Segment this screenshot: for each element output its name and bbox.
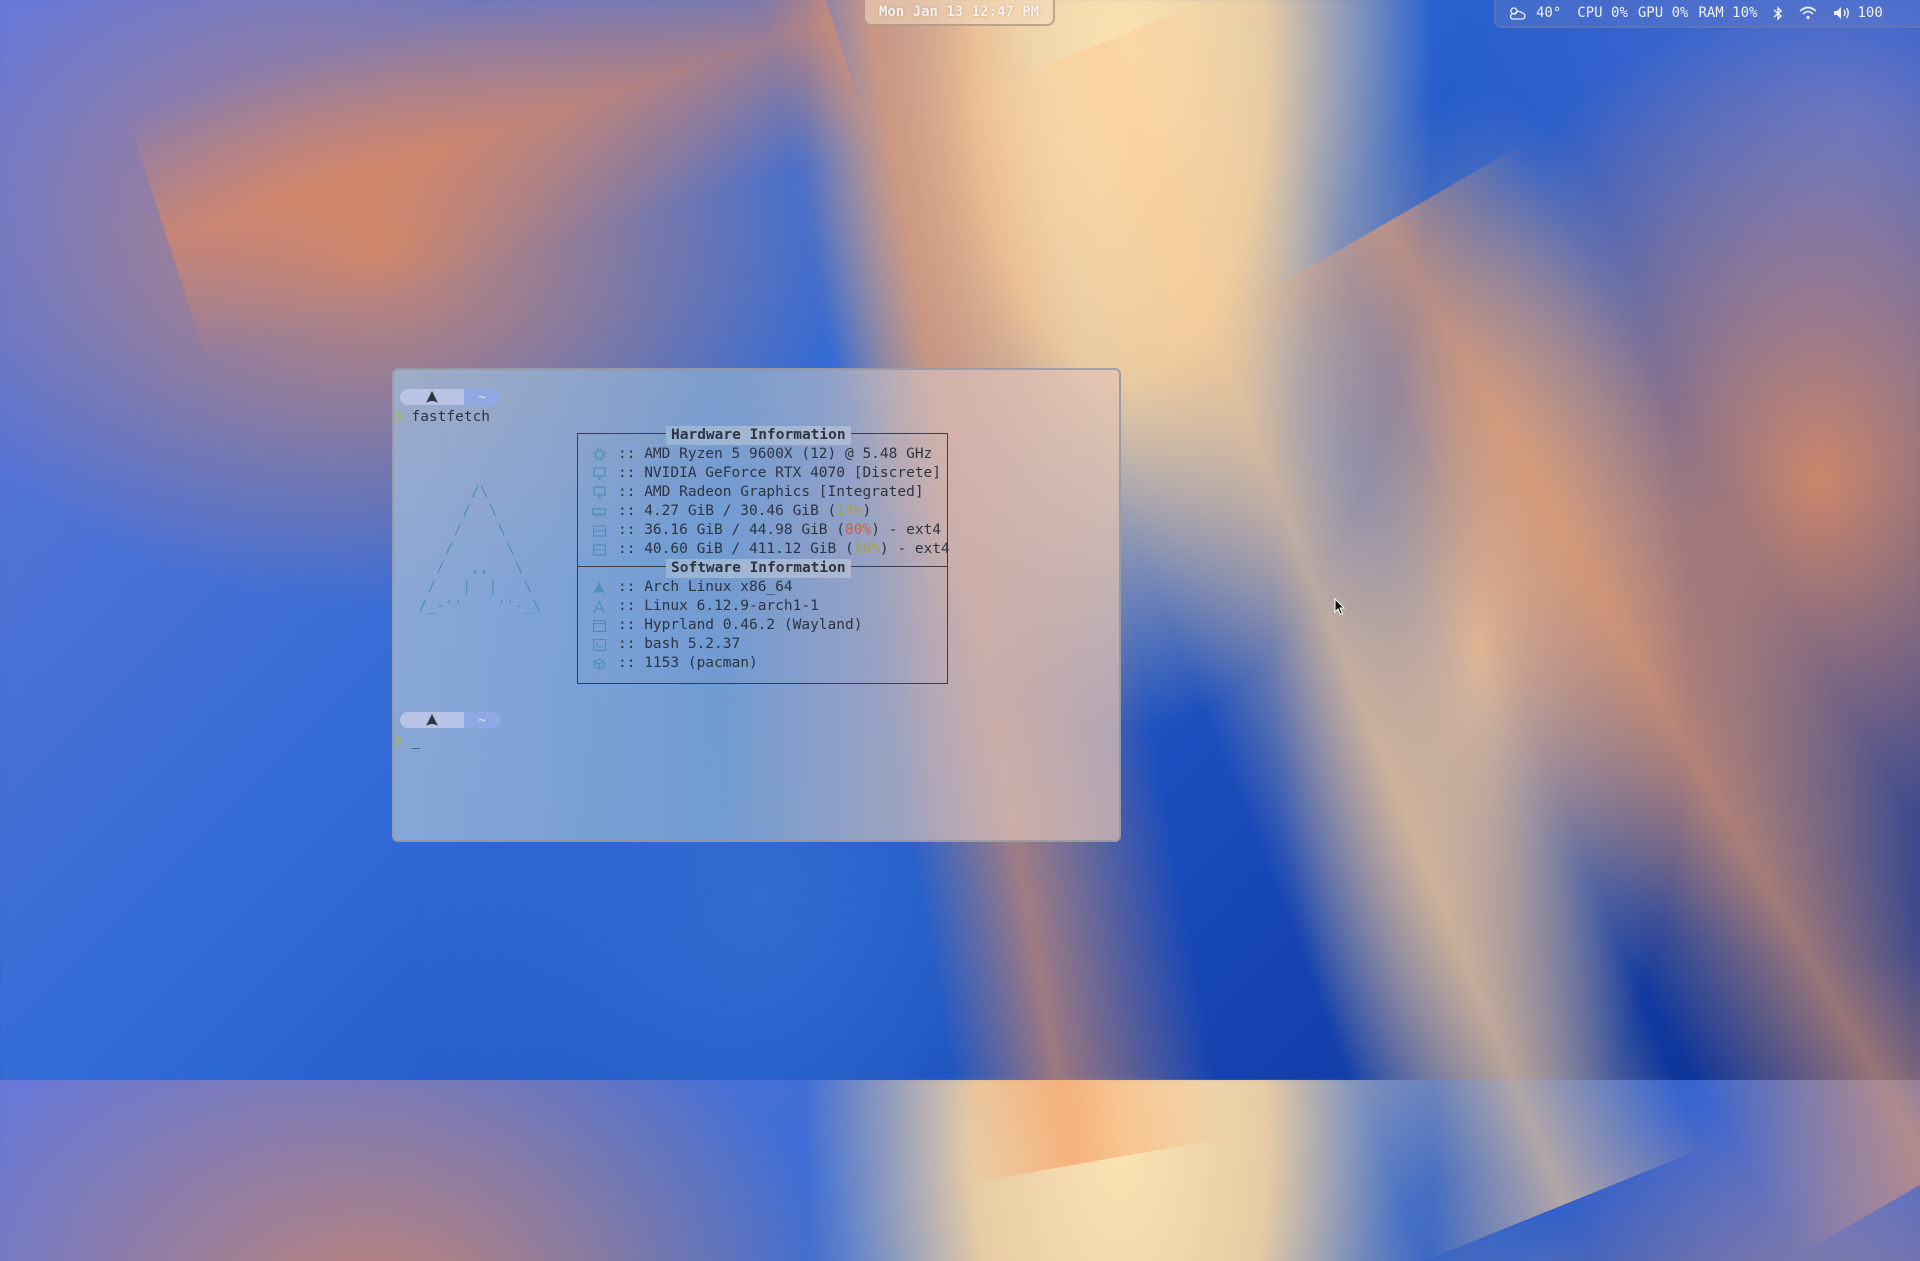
- software-info-value: 1153 (pacman): [644, 655, 758, 671]
- mouse-pointer-icon: [1334, 597, 1346, 620]
- software-info-value: Arch Linux x86_64: [644, 579, 793, 595]
- hardware-info-value: 36.16 GiB / 44.98 GiB (: [644, 522, 845, 538]
- software-info-row: :: bash 5.2.37: [592, 635, 740, 654]
- command-text: fastfetch: [411, 409, 491, 425]
- clock[interactable]: Mon Jan 13 12:47 PM: [863, 0, 1055, 26]
- separator: ::: [618, 522, 645, 538]
- hardware-info-value: 40.60 GiB / 411.12 GiB (: [644, 541, 854, 557]
- terminal-window[interactable]: ~ ❯ fastfetch /\ / \ / \ / \ / ,, \ / | …: [392, 368, 1121, 842]
- disk-icon: [592, 543, 606, 557]
- software-info-row: :: Linux 6.12.9-arch1-1: [592, 597, 819, 616]
- terminal-icon: [592, 638, 606, 652]
- usage-percent: 10%: [853, 541, 880, 557]
- software-info-value: Hyprland 0.46.2 (Wayland): [644, 617, 863, 633]
- separator: ::: [618, 617, 645, 633]
- wifi-icon[interactable]: [1799, 6, 1817, 20]
- hardware-info-row: :: 40.60 GiB / 411.12 GiB (10%) - ext4: [592, 540, 950, 559]
- hardware-info-value: NVIDIA GeForce RTX 4070 [Discrete]: [644, 465, 942, 481]
- hardware-info-row: :: AMD Ryzen 5 9600X (12) @ 5.48 GHz: [592, 445, 932, 464]
- system-tray: 40° CPU 0% GPU 0% RAM 10% 100: [1494, 0, 1920, 28]
- prompt-badge: ~: [400, 389, 500, 405]
- hardware-info-suffix: ) - ext4: [879, 541, 950, 557]
- prompt-dir: ~: [464, 389, 500, 405]
- hardware-info-row: :: 4.27 GiB / 30.46 GiB (14%): [592, 502, 871, 521]
- software-info-value: bash 5.2.37: [644, 636, 741, 652]
- gpu-icon: [592, 467, 606, 481]
- hardware-info-value: 4.27 GiB / 30.46 GiB (: [644, 503, 837, 519]
- cpu-usage[interactable]: CPU 0%: [1577, 5, 1628, 21]
- wallpaper-streak: [126, 0, 874, 362]
- hardware-info-value: AMD Ryzen 5 9600X (12) @ 5.48 GHz: [644, 446, 933, 462]
- window-manager-icon: [592, 619, 606, 633]
- prompt-badge: ~: [400, 712, 500, 728]
- usage-percent: 14%: [836, 503, 863, 519]
- software-info-row: :: Arch Linux x86_64: [592, 578, 793, 597]
- prompt-dir: ~: [464, 712, 500, 728]
- prompt-symbol: ❯: [394, 733, 403, 749]
- hardware-info-row: :: NVIDIA GeForce RTX 4070 [Discrete]: [592, 464, 941, 483]
- command-line: ❯ fastfetch: [394, 408, 490, 427]
- software-info-row: :: 1153 (pacman): [592, 654, 758, 673]
- arch-logo-icon: [400, 389, 464, 405]
- kernel-icon: [592, 600, 606, 614]
- separator: ::: [618, 446, 645, 462]
- memory-icon: [592, 505, 606, 519]
- weather-cloud-sun-icon[interactable]: [1508, 5, 1526, 21]
- cpu-icon: [592, 448, 606, 462]
- gpu-usage[interactable]: GPU 0%: [1638, 5, 1689, 21]
- arch-logo-icon: [592, 581, 606, 595]
- usage-percent: 80%: [845, 522, 872, 538]
- separator: ::: [618, 598, 645, 614]
- weather-temp[interactable]: 40°: [1536, 5, 1561, 21]
- volume-icon[interactable]: [1833, 6, 1851, 20]
- separator: ::: [618, 465, 645, 481]
- separator: ::: [618, 541, 645, 557]
- separator: ::: [618, 503, 645, 519]
- separator: ::: [618, 636, 645, 652]
- bluetooth-icon[interactable]: [1773, 5, 1783, 21]
- hardware-info-suffix: ) - ext4: [871, 522, 942, 538]
- hardware-heading: Hardware Information: [666, 426, 851, 445]
- hardware-info-suffix: ): [862, 503, 872, 519]
- package-icon: [592, 657, 606, 671]
- volume-level[interactable]: 100: [1857, 5, 1882, 21]
- ram-usage[interactable]: RAM 10%: [1698, 5, 1757, 21]
- gpu-icon: [592, 486, 606, 500]
- disk-icon: [592, 524, 606, 538]
- wallpaper-streak: [1246, 143, 1920, 1257]
- hardware-info-row: :: AMD Radeon Graphics [Integrated]: [592, 483, 924, 502]
- hardware-info-value: AMD Radeon Graphics [Integrated]: [644, 484, 924, 500]
- command-line[interactable]: ❯ _: [394, 732, 420, 751]
- separator: ::: [618, 655, 645, 671]
- software-info-value: Linux 6.12.9-arch1-1: [644, 598, 819, 614]
- ascii-arch-logo: /\ / \ / \ / \ / ,, \ / | | \ /_-'' ''-_…: [418, 484, 541, 614]
- software-info-row: :: Hyprland 0.46.2 (Wayland): [592, 616, 862, 635]
- separator: ::: [618, 484, 645, 500]
- arch-logo-icon: [400, 712, 464, 728]
- text-cursor: _: [411, 733, 421, 749]
- separator: ::: [618, 579, 645, 595]
- software-heading: Software Information: [666, 559, 851, 578]
- hardware-info-row: :: 36.16 GiB / 44.98 GiB (80%) - ext4: [592, 521, 941, 540]
- prompt-symbol: ❯: [394, 409, 403, 425]
